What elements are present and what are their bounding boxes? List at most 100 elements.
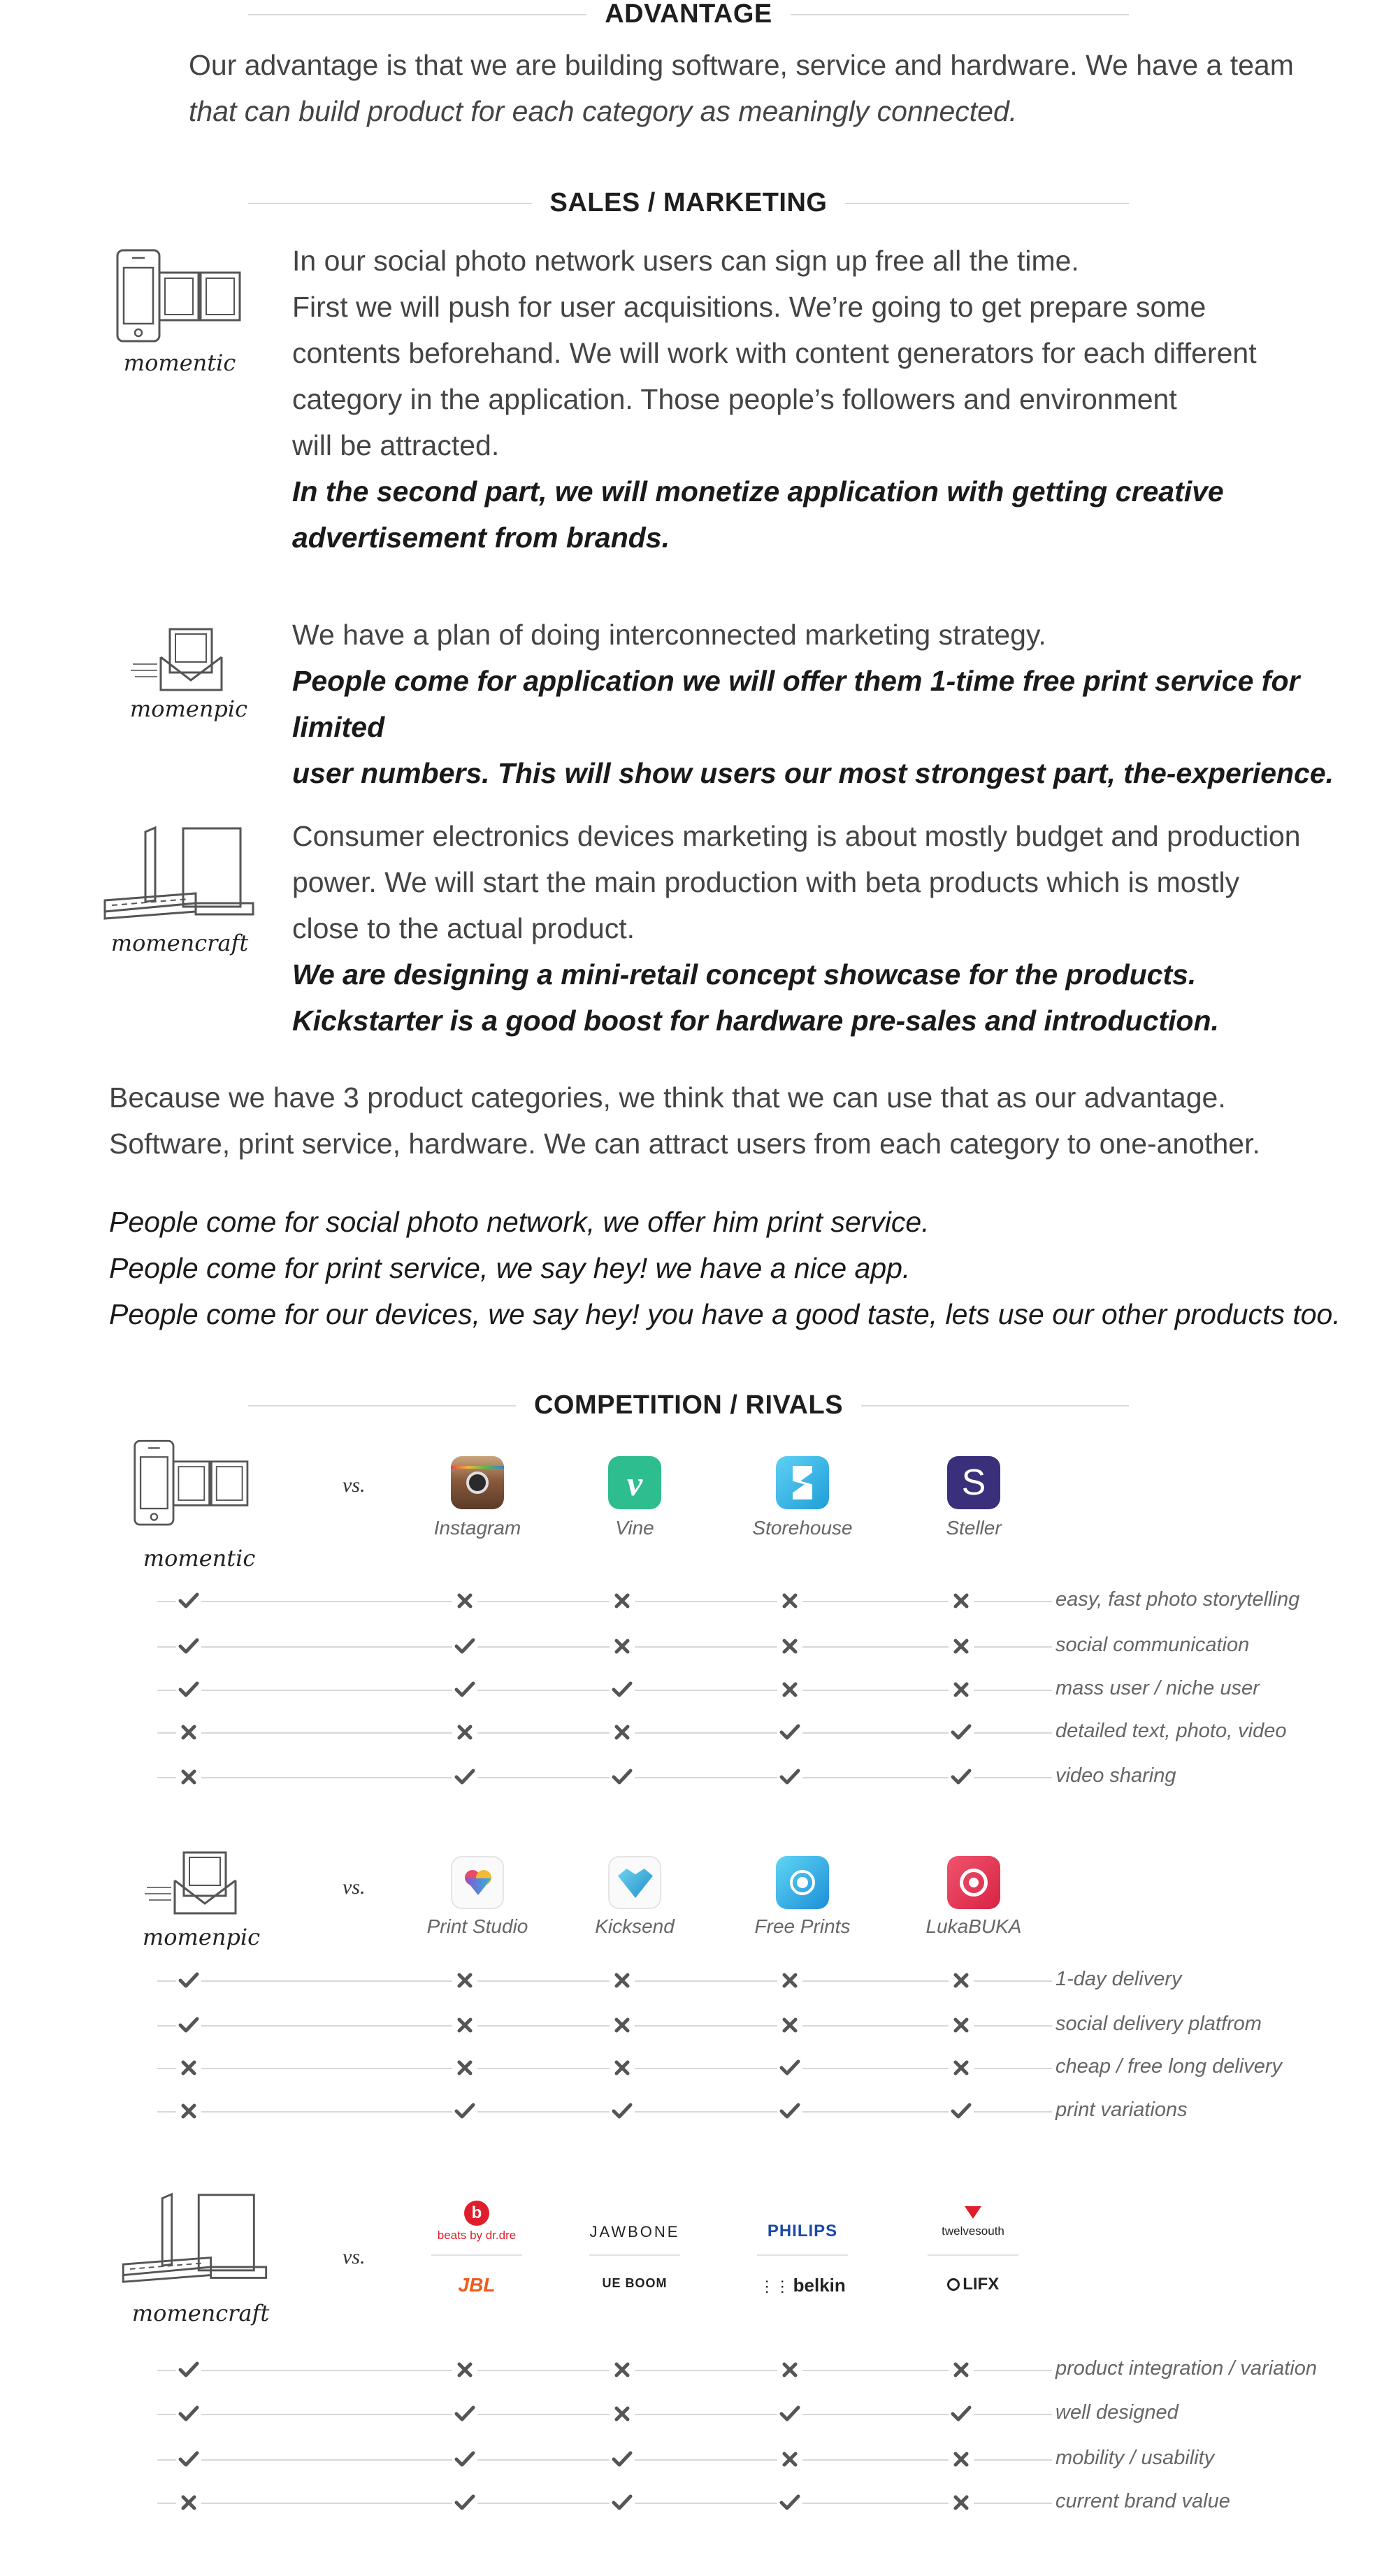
cross-icon — [610, 1968, 635, 1993]
rival-name-instagram: Instagram — [433, 1517, 521, 1539]
beats-icon: b — [464, 2201, 489, 2226]
advantage-title: ADVANTAGE — [586, 0, 791, 29]
cross-icon — [610, 1720, 635, 1745]
momencraft-line: close to the actual product. — [292, 912, 635, 944]
cross-icon — [777, 1588, 802, 1613]
cross-icon — [949, 2357, 974, 2382]
twelvesouth-logo: twelvesouth — [917, 2206, 1029, 2238]
cross-icon — [452, 1720, 477, 1745]
kicksend-icon — [608, 1856, 661, 1909]
lukabuka-icon — [947, 1856, 1000, 1909]
momenpic-bold-line: People come for application we will offe… — [292, 665, 1300, 743]
check-icon — [777, 2055, 802, 2080]
check-icon — [176, 1634, 201, 1659]
momenpic-line: We have a plan of doing interconnected m… — [292, 619, 1046, 651]
row-divider — [157, 1980, 1052, 1982]
cross-icon — [610, 1634, 635, 1659]
lifx-bulb-icon — [946, 2278, 960, 2291]
steller-icon: S — [947, 1456, 1000, 1509]
check-icon — [452, 1634, 477, 1659]
check-icon — [176, 1677, 201, 1702]
cross-icon — [949, 1588, 974, 1613]
rival-name-kicksend: Kicksend — [595, 1915, 675, 1937]
row-divider — [157, 1601, 1052, 1602]
check-icon — [610, 1764, 635, 1790]
check-icon — [610, 1677, 635, 1702]
belkin-dots-icon: ⋮⋮ — [759, 2278, 791, 2295]
comparison-row — [157, 2445, 1052, 2473]
comparison-row — [157, 2054, 1052, 2082]
row-divider — [157, 1646, 1052, 1648]
column-divider — [928, 2254, 1018, 2256]
check-icon — [452, 1764, 477, 1790]
cross-icon — [452, 2357, 477, 2382]
feature-label: detailed text, photo, video — [1055, 1720, 1287, 1742]
momenpic-label: momenpic — [129, 696, 248, 722]
cross-icon — [949, 2447, 974, 2472]
jawbone-logo: JAWBONE — [589, 2223, 680, 2240]
philips-logo: PHILIPS — [767, 2222, 838, 2240]
comparison-row — [157, 2011, 1052, 2039]
comparison-row — [157, 1676, 1052, 1704]
feature-label: 1-day delivery — [1055, 1968, 1182, 1990]
free-prints-icon — [776, 1856, 829, 1909]
comparison-row — [157, 2489, 1052, 2517]
momencraft-logo-icon — [103, 826, 254, 920]
momentic-logo-icon — [116, 249, 241, 343]
cross-icon — [949, 1634, 974, 1659]
check-icon — [949, 2099, 974, 2124]
cross-icon — [949, 2490, 974, 2515]
row-divider — [157, 1777, 1052, 1778]
feature-label: social communication — [1055, 1634, 1250, 1656]
cross-icon — [176, 2099, 201, 2124]
cross-icon — [610, 2055, 635, 2080]
feature-label: mass user / niche user — [1055, 1677, 1260, 1699]
check-icon — [176, 2013, 201, 2038]
momencraft-competition-label: momencraft — [131, 2300, 270, 2326]
summary-line: Because we have 3 product categories, we… — [109, 1081, 1226, 1114]
momenpic-text: We have a plan of doing interconnected m… — [292, 612, 1398, 796]
feature-label: social delivery platfrom — [1055, 2013, 1262, 2035]
cross-icon — [610, 2357, 635, 2382]
check-icon — [949, 1720, 974, 1745]
vine-icon: v — [608, 1456, 661, 1509]
cross-icon — [176, 2490, 201, 2515]
momentic-line: will be attracted. — [292, 429, 500, 461]
row-divider — [157, 2370, 1052, 2371]
row-divider — [157, 2025, 1052, 2027]
comparison-row — [157, 2097, 1052, 2125]
feature-label: video sharing — [1055, 1764, 1176, 1787]
check-icon — [777, 2099, 802, 2124]
check-icon — [452, 2447, 477, 2472]
row-divider — [157, 2068, 1052, 2069]
cross-icon — [777, 2013, 802, 2038]
column-divider — [757, 2254, 848, 2256]
cross-icon — [452, 2055, 477, 2080]
belkin-text: belkin — [793, 2275, 846, 2296]
jbl-logo: JBL — [458, 2274, 496, 2296]
feature-label: current brand value — [1055, 2490, 1230, 2512]
momencraft-label: momencraft — [110, 930, 249, 956]
cross-icon — [777, 1677, 802, 1702]
advantage-line-2: that can build product for each category… — [189, 95, 1018, 127]
comparison-row — [157, 1632, 1052, 1660]
cross-icon — [777, 2447, 802, 2472]
momentic-line: category in the application. Those peopl… — [292, 383, 1177, 415]
cross-icon — [949, 2055, 974, 2080]
check-icon — [452, 2490, 477, 2515]
momentic-competition-label: momentic — [143, 1545, 256, 1571]
momencraft-logo-icon — [122, 2192, 268, 2283]
comparison-row — [157, 1966, 1052, 1994]
check-icon — [176, 1588, 201, 1613]
cross-icon — [176, 1764, 201, 1790]
momenpic-logo-icon — [131, 628, 223, 691]
momenpic-bold-line: user numbers. This will show users our m… — [292, 757, 1334, 789]
comparison-row — [157, 2400, 1052, 2428]
check-icon — [777, 1764, 802, 1790]
momenpic-competition-label: momenpic — [142, 1924, 261, 1950]
check-icon — [452, 1677, 477, 1702]
row-divider — [157, 2459, 1052, 2461]
momentic-bold-line: advertisement from brands. — [292, 521, 670, 554]
sales-heading: SALES / MARKETING — [248, 188, 1129, 217]
competition-title: COMPETITION / RIVALS — [515, 1390, 862, 1420]
